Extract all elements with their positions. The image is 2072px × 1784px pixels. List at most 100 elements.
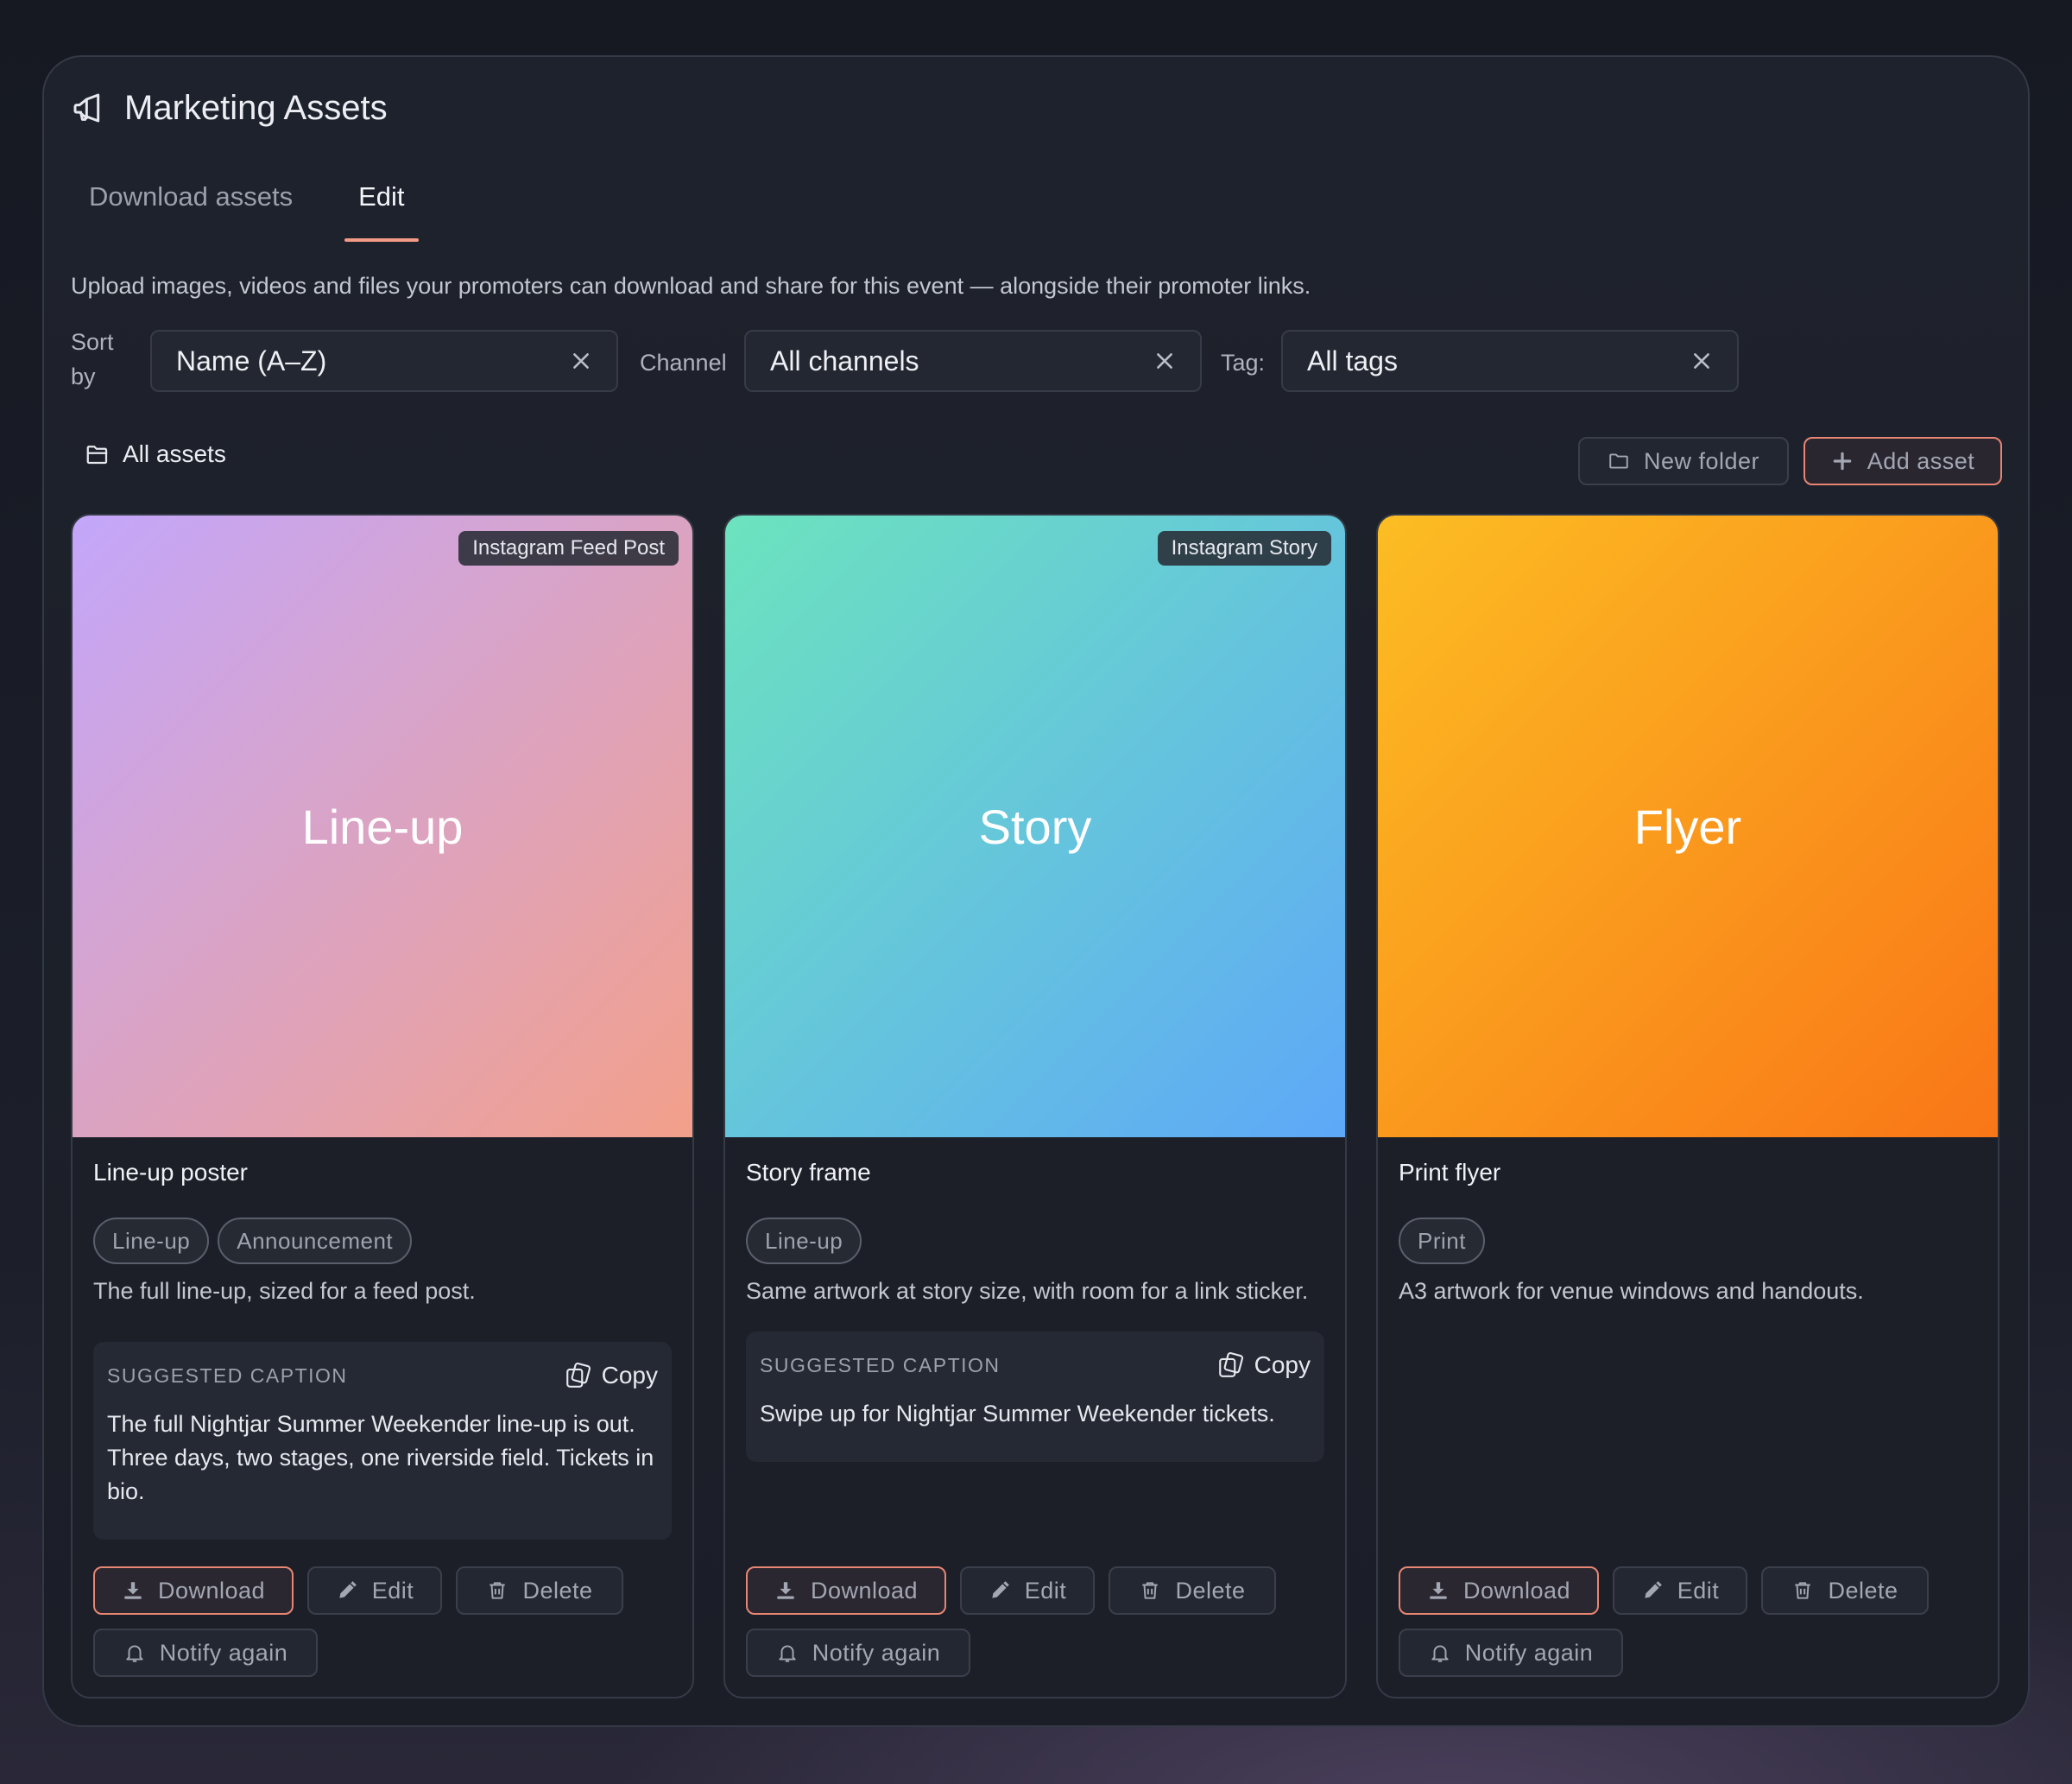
copy-caption-button[interactable]: Copy (1216, 1351, 1311, 1380)
channel-select-value: All channels (770, 345, 919, 376)
tab-bar: Download assets Edit (89, 181, 420, 242)
suggested-caption: SUGGESTED CAPTION Copy Swipe up for Nigh… (746, 1332, 1324, 1462)
asset-description: A3 artwork for venue windows and handout… (1399, 1278, 1864, 1304)
copy-label: Copy (1254, 1351, 1311, 1378)
asset-preview[interactable]: Story Instagram Story (725, 516, 1345, 1137)
megaphone-icon (73, 93, 100, 123)
delete-button-label: Delete (1175, 1577, 1246, 1604)
pencil-icon (992, 1581, 1009, 1598)
sort-by-label-line1: Sort (71, 329, 114, 355)
download-icon (124, 1582, 142, 1599)
tag-list: Print (1399, 1218, 1977, 1264)
bell-icon (1431, 1645, 1449, 1662)
sort-by-label: Sort by (71, 325, 114, 394)
copy-icon (565, 1362, 591, 1388)
download-icon (777, 1582, 794, 1599)
page-title: Marketing Assets (124, 88, 388, 127)
edit-button[interactable]: Edit (1613, 1566, 1747, 1615)
folder-open-icon (86, 446, 108, 465)
download-button-label: Download (810, 1577, 919, 1604)
sort-select[interactable]: Name (A–Z) (150, 330, 618, 392)
breadcrumb-label: All assets (123, 440, 226, 467)
tag-chip[interactable]: Announcement (218, 1218, 413, 1264)
preview-title: Flyer (1633, 799, 1742, 854)
delete-button[interactable]: Delete (1109, 1566, 1276, 1615)
channel-badge: Instagram Story (1157, 531, 1331, 566)
tag-label: Tag: (1221, 350, 1266, 376)
asset-description: Same artwork at story size, with room fo… (746, 1278, 1309, 1304)
sort-select-value: Name (A–Z) (176, 345, 327, 376)
edit-button-label: Edit (1024, 1577, 1067, 1604)
clear-sort-icon[interactable] (570, 350, 592, 372)
folder-icon (1609, 453, 1628, 469)
tab-edit[interactable]: Edit (344, 181, 420, 242)
add-asset-label: Add asset (1867, 447, 1975, 474)
new-folder-label: New folder (1643, 447, 1760, 474)
notify-again-button-label: Notify again (1464, 1639, 1594, 1666)
edit-button[interactable]: Edit (307, 1566, 442, 1615)
suggested-caption: SUGGESTED CAPTION Copy The full Nightjar… (93, 1342, 672, 1540)
copy-label: Copy (601, 1362, 658, 1389)
card-body: Print flyer Print A3 artwork for venue w… (1399, 1159, 1977, 1697)
tag-chip[interactable]: Print (1399, 1218, 1485, 1264)
caption-label: SUGGESTED CAPTION (760, 1353, 1001, 1376)
trash-icon (1142, 1582, 1159, 1599)
channel-badge: Instagram Feed Post (458, 531, 679, 566)
delete-button[interactable]: Delete (456, 1566, 623, 1615)
asset-card-flyer: Flyer Print flyer Print A3 artwork for v… (1376, 514, 1999, 1699)
tag-chip[interactable]: Line-up (746, 1218, 862, 1264)
asset-description: The full line-up, sized for a feed post. (93, 1278, 476, 1304)
clear-channel-icon[interactable] (1153, 350, 1176, 372)
new-folder-button[interactable]: New folder (1578, 437, 1789, 485)
caption-text: Swipe up for Nightjar Summer Weekender t… (760, 1401, 1275, 1427)
clear-tag-icon[interactable] (1690, 350, 1713, 372)
download-button[interactable]: Download (93, 1566, 294, 1615)
download-button-label: Download (157, 1577, 266, 1604)
card-body: Line-up poster Line-up Announcement The … (93, 1159, 672, 1697)
sort-by-label-line2: by (71, 364, 96, 389)
tag-select[interactable]: All tags (1281, 330, 1739, 392)
copy-icon (1218, 1351, 1243, 1377)
asset-title: Print flyer (1399, 1159, 1501, 1186)
notify-again-button-label: Notify again (159, 1639, 288, 1666)
caption-text: The full Nightjar Summer Weekender line-… (107, 1411, 654, 1504)
caption-label: SUGGESTED CAPTION (107, 1363, 348, 1387)
plus-icon (1833, 452, 1851, 471)
asset-title: Line-up poster (93, 1159, 249, 1186)
breadcrumb-all-assets[interactable]: All assets (85, 440, 226, 468)
asset-title: Story frame (746, 1159, 871, 1186)
tag-list: Line-up (746, 1218, 1324, 1264)
pencil-icon (1645, 1581, 1662, 1598)
trash-icon (490, 1582, 506, 1599)
preview-title: Story (978, 799, 1092, 854)
preview-title: Line-up (301, 799, 464, 854)
tag-chip[interactable]: Line-up (93, 1218, 210, 1264)
asset-preview[interactable]: Flyer (1378, 516, 1998, 1137)
delete-button[interactable]: Delete (1761, 1566, 1929, 1615)
download-button[interactable]: Download (746, 1566, 946, 1615)
tab-download-assets[interactable]: Download assets (89, 181, 293, 242)
channel-select[interactable]: All channels (744, 330, 1202, 392)
asset-card-lineup: Line-up Instagram Feed Post Line-up post… (71, 514, 694, 1699)
page-header: Marketing Assets (71, 86, 388, 130)
tag-select-value: All tags (1307, 345, 1398, 376)
pencil-icon (339, 1581, 357, 1598)
download-button[interactable]: Download (1399, 1566, 1599, 1615)
asset-card-story: Story Instagram Story Story frame Line-u… (723, 514, 1347, 1699)
notify-again-button-label: Notify again (812, 1639, 941, 1666)
page-description: Upload images, videos and files your pro… (71, 273, 1311, 299)
notify-again-button[interactable]: Notify again (93, 1629, 318, 1677)
tag-list: Line-up Announcement (93, 1218, 672, 1264)
copy-caption-button[interactable]: Copy (564, 1361, 658, 1390)
card-body: Story frame Line-up Same artwork at stor… (746, 1159, 1324, 1697)
notify-again-button[interactable]: Notify again (1399, 1629, 1623, 1677)
delete-button-label: Delete (1828, 1577, 1898, 1604)
notify-again-button[interactable]: Notify again (746, 1629, 970, 1677)
asset-preview[interactable]: Line-up Instagram Feed Post (73, 516, 692, 1137)
add-asset-button[interactable]: Add asset (1804, 437, 2002, 485)
bell-icon (126, 1645, 143, 1662)
edit-button[interactable]: Edit (960, 1566, 1095, 1615)
trash-icon (1795, 1582, 1811, 1599)
download-button-label: Download (1462, 1577, 1571, 1604)
download-icon (1430, 1582, 1447, 1599)
